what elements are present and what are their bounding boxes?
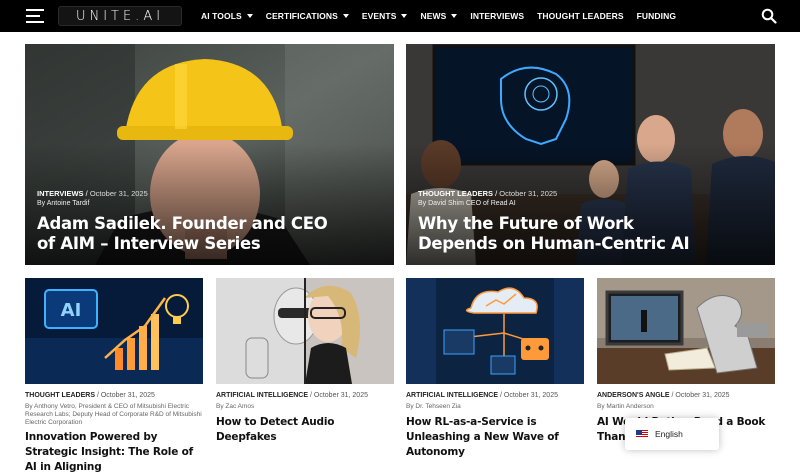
search-icon[interactable] bbox=[761, 8, 777, 24]
article-meta: ARTIFICIAL INTELLIGENCE / October 31, 20… bbox=[406, 392, 558, 399]
robot-reading-illustration bbox=[597, 278, 775, 384]
article-author[interactable]: By Antoine Tardif bbox=[37, 200, 89, 207]
chevron-down-icon bbox=[451, 14, 458, 18]
article-meta: THOUGHT LEADERS / October 31, 2025 bbox=[25, 392, 155, 399]
category-link[interactable]: INTERVIEWS bbox=[37, 189, 84, 198]
category-link[interactable]: ANDERSON'S ANGLE bbox=[597, 392, 670, 399]
main-nav: AI TOOLS CERTIFICATIONS EVENTS NEWS INTE… bbox=[201, 0, 689, 32]
article-title[interactable]: Innovation Powered by Strategic Insight:… bbox=[25, 430, 205, 475]
nav-funding[interactable]: FUNDING bbox=[637, 11, 676, 21]
nav-label: EVENTS bbox=[361, 11, 397, 21]
nav-thought-leaders[interactable]: THOUGHT LEADERS bbox=[537, 11, 624, 21]
article-title[interactable]: How to Detect Audio Deepfakes bbox=[216, 415, 396, 445]
article-title[interactable]: Why the Future of Work Depends on Human-… bbox=[418, 214, 718, 254]
nav-label: CERTIFICATIONS bbox=[265, 11, 338, 21]
chevron-down-icon bbox=[342, 14, 349, 18]
site-logo[interactable]: UNITE.AI bbox=[58, 6, 182, 26]
nav-label: FUNDING bbox=[636, 11, 677, 21]
article-meta: ARTIFICIAL INTELLIGENCE / October 31, 20… bbox=[216, 392, 368, 399]
article-image-robot-reading[interactable] bbox=[597, 278, 775, 384]
article-date: October 31, 2025 bbox=[313, 392, 368, 399]
robot-human-illustration bbox=[216, 278, 394, 384]
article-meta: THOUGHT LEADERS / October 31, 2025 bbox=[418, 189, 558, 198]
nav-events[interactable]: EVENTS bbox=[362, 11, 408, 21]
article-author[interactable]: By Anthony Vetro, President & CEO of Mit… bbox=[25, 403, 203, 427]
article-author[interactable]: By Dr. Tehseen Zia bbox=[406, 403, 584, 411]
article-date: October 31, 2025 bbox=[100, 392, 155, 399]
article-author[interactable]: By Martin Anderson bbox=[597, 403, 775, 411]
nav-label: NEWS bbox=[420, 11, 447, 21]
article-image-cloud-network[interactable] bbox=[406, 278, 584, 384]
nav-ai-tools[interactable]: AI TOOLS bbox=[201, 11, 253, 21]
article-date: October 31, 2025 bbox=[499, 189, 558, 198]
cloud-network-illustration bbox=[406, 278, 584, 384]
article-meta: ANDERSON'S ANGLE / October 31, 2025 bbox=[597, 392, 730, 399]
hamburger-icon[interactable] bbox=[26, 9, 44, 23]
chevron-down-icon bbox=[246, 14, 253, 18]
article-date: October 31, 2025 bbox=[675, 392, 730, 399]
article-title[interactable]: How RL-as-a-Service is Unleashing a New … bbox=[406, 415, 586, 460]
ai-badge-text: AI bbox=[61, 300, 82, 321]
article-image-robot-human[interactable] bbox=[216, 278, 394, 384]
nav-label: AI TOOLS bbox=[201, 11, 242, 21]
featured-article-2[interactable]: THOUGHT LEADERS / October 31, 2025 By Da… bbox=[406, 44, 775, 265]
article-date: October 31, 2025 bbox=[89, 189, 148, 198]
article-author[interactable]: By Zac Amos bbox=[216, 403, 394, 411]
article-image-ai-growth[interactable]: AI bbox=[25, 278, 203, 384]
top-navigation-bar: UNITE.AI AI TOOLS CERTIFICATIONS EVENTS … bbox=[0, 0, 800, 32]
category-link[interactable]: ARTIFICIAL INTELLIGENCE bbox=[216, 392, 308, 399]
article-author[interactable]: By David Shim CEO of Read AI bbox=[418, 200, 516, 207]
category-link[interactable]: THOUGHT LEADERS bbox=[25, 392, 95, 399]
featured-article-1[interactable]: INTERVIEWS / October 31, 2025 By Antoine… bbox=[25, 44, 394, 265]
ai-chart-illustration: AI bbox=[25, 278, 203, 384]
nav-interviews[interactable]: INTERVIEWS bbox=[470, 11, 524, 21]
nav-label: THOUGHT LEADERS bbox=[537, 11, 624, 21]
language-label: English bbox=[655, 429, 683, 439]
category-link[interactable]: ARTIFICIAL INTELLIGENCE bbox=[406, 392, 498, 399]
nav-news[interactable]: NEWS bbox=[420, 11, 458, 21]
language-selector[interactable]: English bbox=[625, 418, 719, 450]
nav-certifications[interactable]: CERTIFICATIONS bbox=[266, 11, 349, 21]
us-flag-icon bbox=[636, 430, 648, 438]
article-title[interactable]: Adam Sadilek. Founder and CEO of AIM – I… bbox=[37, 214, 337, 254]
category-link[interactable]: THOUGHT LEADERS bbox=[418, 189, 493, 198]
nav-label: INTERVIEWS bbox=[470, 11, 525, 21]
chevron-down-icon bbox=[401, 14, 408, 18]
article-date: October 31, 2025 bbox=[503, 392, 558, 399]
article-meta: INTERVIEWS / October 31, 2025 bbox=[37, 189, 148, 198]
